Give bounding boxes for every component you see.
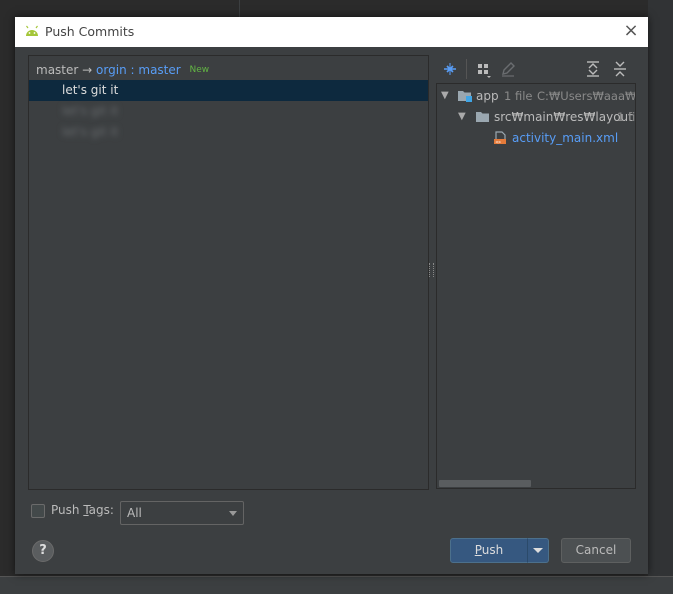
commit-row[interactable]: let's git it <box>29 80 428 101</box>
tree-node-file[interactable]: <> activity_main.xml <box>437 128 635 148</box>
android-icon <box>26 25 38 36</box>
push-tags-select-value: All <box>127 506 142 520</box>
ide-background-sidebar <box>648 0 673 593</box>
dialog-title: Push Commits <box>45 24 135 39</box>
commit-message: let's git it <box>62 104 119 118</box>
collapse-all-icon[interactable] <box>610 59 630 79</box>
toolbar-separator <box>466 59 467 79</box>
panel-splitter-handle[interactable] <box>429 263 434 277</box>
chevron-down-icon <box>229 511 237 516</box>
tree-node-folder[interactable]: ▼ src₩main₩res₩layout 1 fi <box>437 107 635 127</box>
dialog-titlebar[interactable]: Push Commits × <box>15 17 648 47</box>
push-tags-checkbox[interactable] <box>31 504 45 518</box>
module-folder-icon <box>458 91 472 102</box>
push-tags-select[interactable]: All <box>120 501 244 525</box>
ide-background-statusbar <box>0 576 673 594</box>
local-branch: master <box>36 63 79 77</box>
cancel-button[interactable]: Cancel <box>561 538 631 563</box>
remote-name-link[interactable]: orgin <box>96 63 127 77</box>
commit-message: let's git it <box>62 83 119 97</box>
expand-all-icon[interactable] <box>583 59 603 79</box>
close-icon[interactable]: × <box>620 20 642 42</box>
module-file-count: 1 file <box>504 89 533 103</box>
tree-node-module[interactable]: ▼ app 1 file C:₩Users₩aaa₩An <box>437 86 635 106</box>
changed-files-tree: ▼ app 1 file C:₩Users₩aaa₩An ▼ src₩main₩… <box>436 83 636 489</box>
folder-file-count: 1 fi <box>617 110 636 124</box>
remote-branch-link[interactable]: master <box>138 63 180 77</box>
module-path: C:₩Users₩aaa₩An <box>537 89 636 103</box>
commits-panel: master → orgin : master New let's git it… <box>28 55 429 490</box>
commit-row[interactable]: let's git it <box>29 122 428 143</box>
horizontal-scrollbar[interactable] <box>439 480 531 487</box>
svg-text:<>: <> <box>496 140 502 145</box>
module-name: app <box>476 89 499 103</box>
help-button[interactable]: ? <box>32 540 54 562</box>
commit-row[interactable]: let's git it <box>29 101 428 122</box>
branch-target: master → orgin : master New <box>36 63 209 77</box>
expand-arrow-icon[interactable]: ▼ <box>458 107 470 127</box>
ide-background-toolbar <box>0 0 673 18</box>
folder-icon <box>476 112 489 122</box>
push-options-dropdown[interactable] <box>527 538 549 563</box>
new-branch-badge: New <box>189 65 210 75</box>
changes-toolbar <box>436 55 634 83</box>
expand-arrow-icon[interactable]: ▼ <box>441 86 453 106</box>
show-diff-icon[interactable] <box>440 59 460 79</box>
group-by-icon[interactable] <box>474 59 494 79</box>
file-name: activity_main.xml <box>512 131 619 145</box>
push-button[interactable]: Push <box>450 538 528 563</box>
commit-message: let's git it <box>62 125 119 139</box>
folder-path: src₩main₩res₩layout <box>494 110 633 124</box>
ide-background-divider <box>239 0 240 18</box>
xml-file-icon: <> <box>494 131 506 145</box>
push-tags-label[interactable]: Push Tags: <box>51 503 114 517</box>
push-commits-dialog: Push Commits × master → orgin : master N… <box>15 17 648 574</box>
remote-separator: : <box>130 63 135 77</box>
chevron-down-icon <box>533 548 543 553</box>
arrow-icon: → <box>82 63 93 77</box>
edit-source-icon[interactable] <box>498 59 518 79</box>
